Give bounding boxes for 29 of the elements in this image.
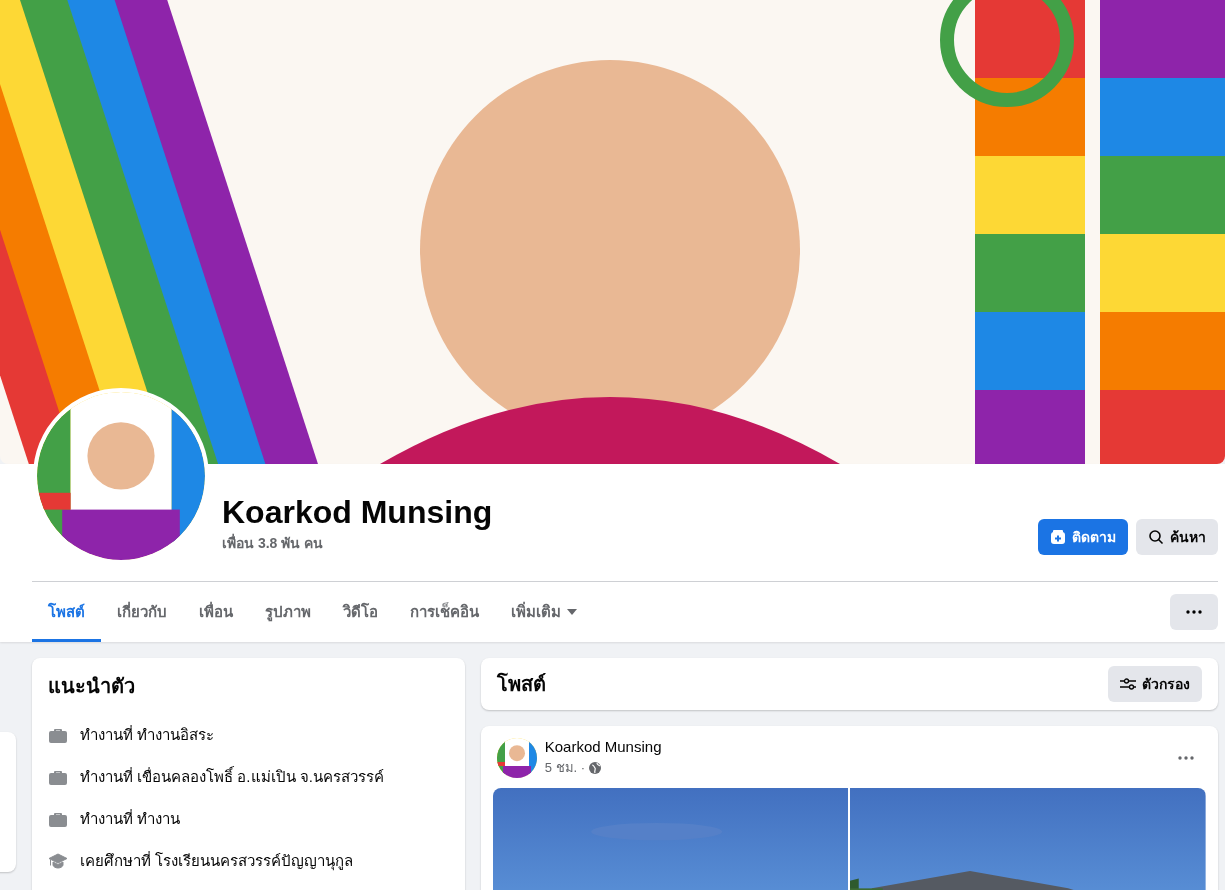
profile-tab[interactable]: เกี่ยวกับ [101, 582, 183, 642]
graduation-cap-icon [48, 851, 68, 871]
more-icon[interactable] [1178, 756, 1194, 760]
posts-title: โพสต์ [496, 671, 546, 697]
globe-icon [589, 761, 602, 774]
profile-tab[interactable]: เพื่อน [183, 582, 249, 642]
post-time[interactable]: 5 ชม. · [544, 757, 586, 778]
profile-name: Koarkod Munsing [222, 492, 494, 532]
profile-tab[interactable]: วิดีโอ [327, 582, 394, 642]
friend-count[interactable]: เพื่อน 3.8 พัน คน [222, 531, 1038, 554]
sliders-icon [1120, 678, 1136, 690]
profile-tab[interactable]: การเช็คอิน [394, 582, 495, 642]
intro-item: ทำงานที่ ทำงานอิสระ [80, 724, 215, 745]
intro-title: แนะนำตัว [48, 674, 136, 699]
intro-item: ทำงานที่ เขื่อนคลองโพธิ์ อ.แม่เปิน จ.นครสวรรค์ [80, 765, 384, 787]
follow-icon [1050, 528, 1066, 545]
profile-tab[interactable]: โพสต์ [32, 582, 101, 642]
search-icon [1148, 528, 1164, 545]
profile-tab[interactable]: เพิ่มเติม [495, 582, 593, 642]
more-button[interactable] [1170, 594, 1218, 630]
intro-item: ทำงานที่ ทำงาน [80, 808, 181, 829]
intro-item: เคยศึกษาที่ โรงเรียนนครสวรรค์ปัญญานุกูล [80, 850, 354, 873]
more-icon [1186, 610, 1202, 614]
search-button[interactable]: ค้นหา [1136, 518, 1218, 555]
follow-button[interactable]: ติดตาม [1038, 518, 1128, 555]
filter-button[interactable]: ตัวกรอง [1108, 666, 1202, 702]
post-author[interactable]: Koarkod Munsing [544, 738, 1170, 755]
caret-icon [567, 609, 577, 615]
profile-tab[interactable]: รูปภาพ [249, 582, 327, 642]
